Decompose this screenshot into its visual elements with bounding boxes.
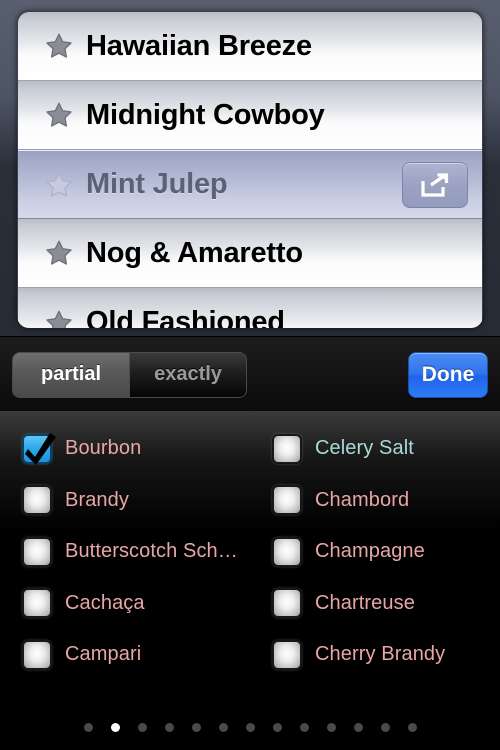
page-dot[interactable]	[326, 723, 336, 732]
app-root: Hawaiian Breeze Midnight Cowboy Mint Julep…	[0, 0, 500, 750]
checkbox-unchecked-icon[interactable]	[272, 433, 302, 464]
checkbox-unchecked-icon[interactable]	[22, 639, 52, 670]
ingredient-label: Celery Salt	[315, 437, 414, 460]
star-icon[interactable]	[44, 308, 74, 329]
ingredient-label: Cherry Brandy	[315, 643, 446, 666]
page-dot[interactable]	[110, 723, 120, 732]
share-icon	[421, 172, 449, 197]
ingredient-label: Chambord	[315, 488, 410, 511]
ingredient-item[interactable]: Chambord	[272, 475, 500, 527]
ingredient-item[interactable]: Cherry Brandy	[272, 629, 500, 681]
checkbox-unchecked-icon[interactable]	[272, 485, 302, 516]
page-dot[interactable]	[218, 723, 228, 732]
page-dot[interactable]	[245, 723, 255, 732]
ingredient-label: Champagne	[315, 540, 425, 563]
page-dot[interactable]	[83, 723, 93, 732]
page-dot[interactable]	[164, 723, 174, 732]
checkbox-unchecked-icon[interactable]	[272, 639, 302, 670]
star-icon[interactable]	[44, 31, 74, 61]
ingredient-label: Chartreuse	[315, 591, 415, 614]
ingredient-item[interactable]: Celery Salt	[272, 423, 500, 475]
checkbox-unchecked-icon[interactable]	[272, 588, 302, 619]
recipe-row[interactable]: Nog & Amaretto	[18, 219, 482, 288]
recipe-title: Midnight Cowboy	[86, 98, 325, 131]
recipe-title: Nog & Amaretto	[86, 236, 303, 269]
ingredient-grid: Bourbon Brandy Butterscotch Sch… Cachaça Cam…	[0, 411, 500, 681]
recipe-row[interactable]: Mint Julep	[18, 150, 482, 219]
checkbox-unchecked-icon[interactable]	[22, 536, 52, 567]
ingredient-picker-region: Bourbon Brandy Butterscotch Sch… Cachaça Cam…	[0, 411, 500, 750]
share-button[interactable]	[402, 161, 468, 208]
page-indicator[interactable]	[0, 723, 500, 732]
recipe-list: Hawaiian Breeze Midnight Cowboy Mint Julep…	[18, 12, 482, 328]
segment-exactly[interactable]: exactly	[129, 352, 246, 397]
ingredient-item[interactable]: Chartreuse	[272, 578, 500, 630]
star-icon[interactable]	[44, 238, 74, 268]
recipe-list-frame: Hawaiian Breeze Midnight Cowboy Mint Julep…	[17, 11, 483, 328]
recipe-title: Mint Julep	[86, 168, 228, 200]
match-mode-segmented-control[interactable]: partial exactly	[12, 351, 247, 398]
checkmark-icon	[25, 432, 56, 465]
bottom-toolbar: partial exactly Done	[0, 336, 500, 412]
page-dot[interactable]	[353, 723, 363, 732]
checkbox-unchecked-icon[interactable]	[272, 536, 302, 567]
checkbox-checked-icon[interactable]	[22, 432, 56, 465]
page-dot[interactable]	[380, 723, 390, 732]
recipe-row[interactable]: Midnight Cowboy	[18, 81, 482, 150]
page-dot[interactable]	[191, 723, 201, 732]
ingredient-item[interactable]: Champagne	[272, 526, 500, 578]
checkbox-unchecked-icon[interactable]	[22, 588, 52, 619]
page-dot[interactable]	[137, 723, 147, 732]
ingredient-column-right: Celery Salt Chambord Champagne Chartreuse Ch…	[0, 411, 500, 681]
recipe-row[interactable]: Hawaiian Breeze	[18, 12, 482, 81]
star-icon[interactable]	[44, 170, 74, 200]
star-icon[interactable]	[44, 100, 74, 130]
page-dot[interactable]	[299, 723, 309, 732]
page-dot[interactable]	[407, 723, 417, 732]
checkbox-unchecked-icon[interactable]	[22, 485, 52, 516]
recipe-list-region: Hawaiian Breeze Midnight Cowboy Mint Julep…	[0, 0, 500, 336]
recipe-title: Old Fashioned	[86, 306, 285, 328]
done-button[interactable]: Done	[408, 352, 488, 398]
recipe-row[interactable]: Old Fashioned	[18, 288, 482, 328]
segment-partial[interactable]: partial	[13, 352, 129, 397]
recipe-title: Hawaiian Breeze	[86, 29, 312, 62]
page-dot[interactable]	[272, 723, 282, 732]
